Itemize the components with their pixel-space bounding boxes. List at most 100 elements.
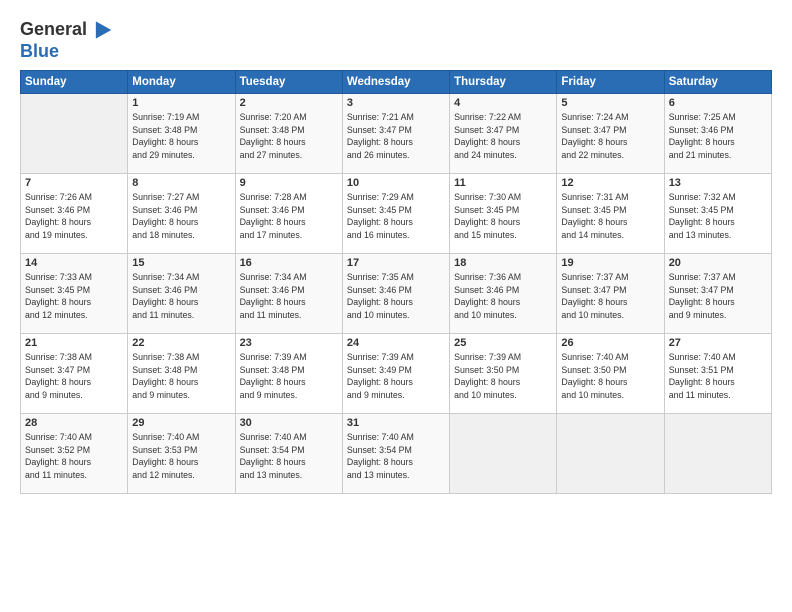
day-info: Sunrise: 7:25 AMSunset: 3:46 PMDaylight:… (669, 111, 767, 162)
calendar-table: SundayMondayTuesdayWednesdayThursdayFrid… (20, 70, 772, 494)
header-day-tuesday: Tuesday (235, 70, 342, 93)
calendar-cell: 19Sunrise: 7:37 AMSunset: 3:47 PMDayligh… (557, 253, 664, 333)
logo-general: General (20, 19, 87, 39)
calendar-cell: 16Sunrise: 7:34 AMSunset: 3:46 PMDayligh… (235, 253, 342, 333)
header: General Blue (20, 18, 772, 62)
calendar-cell: 13 Sunrise: 7:32 AMSunset: 3:45 PMDayligh… (664, 173, 771, 253)
day-info: Sunrise: 7:20 AMSunset: 3:48 PMDaylight:… (240, 111, 338, 162)
day-number: 4 (454, 97, 552, 109)
week-row-4: 21Sunrise: 7:38 AMSunset: 3:47 PMDayligh… (21, 333, 772, 413)
calendar-header-row: SundayMondayTuesdayWednesdayThursdayFrid… (21, 70, 772, 93)
day-info: Sunrise: 7:40 AMSunset: 3:52 PMDaylight:… (25, 431, 123, 482)
calendar-cell (450, 413, 557, 493)
day-number: 7 (25, 177, 123, 189)
day-info: Sunrise: 7:36 AMSunset: 3:46 PMDaylight:… (454, 271, 552, 322)
day-number: 6 (669, 97, 767, 109)
calendar-cell: 9Sunrise: 7:28 AMSunset: 3:46 PMDaylight… (235, 173, 342, 253)
calendar-cell: 30 Sunrise: 7:40 AMSunset: 3:54 PMDayligh… (235, 413, 342, 493)
day-number: 13 (669, 177, 767, 189)
header-day-wednesday: Wednesday (342, 70, 449, 93)
day-number: 28 (25, 417, 123, 429)
day-number: 1 (132, 97, 230, 109)
header-day-saturday: Saturday (664, 70, 771, 93)
calendar-cell: 17 Sunrise: 7:35 AMSunset: 3:46 PMDayligh… (342, 253, 449, 333)
week-row-1: 1Sunrise: 7:19 AMSunset: 3:48 PMDaylight… (21, 93, 772, 173)
calendar-cell: 5 Sunrise: 7:24 AMSunset: 3:47 PMDaylight… (557, 93, 664, 173)
calendar-cell (21, 93, 128, 173)
calendar-cell: 6 Sunrise: 7:25 AMSunset: 3:46 PMDaylight… (664, 93, 771, 173)
calendar-cell: 21Sunrise: 7:38 AMSunset: 3:47 PMDayligh… (21, 333, 128, 413)
day-info: Sunrise: 7:33 AMSunset: 3:45 PMDaylight:… (25, 271, 123, 322)
day-info: Sunrise: 7:38 AMSunset: 3:48 PMDaylight:… (132, 351, 230, 402)
day-number: 19 (561, 257, 659, 269)
calendar-cell: 2 Sunrise: 7:20 AMSunset: 3:48 PMDaylight… (235, 93, 342, 173)
calendar-cell: 11 Sunrise: 7:30 AMSunset: 3:45 PMDayligh… (450, 173, 557, 253)
day-number: 2 (240, 97, 338, 109)
calendar-cell: 28 Sunrise: 7:40 AMSunset: 3:52 PMDayligh… (21, 413, 128, 493)
day-info: Sunrise: 7:35 AMSunset: 3:46 PMDaylight:… (347, 271, 445, 322)
calendar-cell: 15 Sunrise: 7:34 AMSunset: 3:46 PMDayligh… (128, 253, 235, 333)
calendar-cell: 31 Sunrise: 7:40 AMSunset: 3:54 PMDayligh… (342, 413, 449, 493)
calendar-cell: 3 Sunrise: 7:21 AMSunset: 3:47 PMDaylight… (342, 93, 449, 173)
day-info: Sunrise: 7:32 AMSunset: 3:45 PMDaylight:… (669, 191, 767, 242)
day-info: Sunrise: 7:39 AMSunset: 3:49 PMDaylight:… (347, 351, 445, 402)
day-number: 17 (347, 257, 445, 269)
day-number: 24 (347, 337, 445, 349)
day-info: Sunrise: 7:29 AMSunset: 3:45 PMDaylight:… (347, 191, 445, 242)
calendar-cell: 20 Sunrise: 7:37 AMSunset: 3:47 PMDayligh… (664, 253, 771, 333)
day-number: 5 (561, 97, 659, 109)
header-day-friday: Friday (557, 70, 664, 93)
day-info: Sunrise: 7:27 AMSunset: 3:46 PMDaylight:… (132, 191, 230, 242)
week-row-2: 7 Sunrise: 7:26 AMSunset: 3:46 PMDaylight… (21, 173, 772, 253)
day-number: 21 (25, 337, 123, 349)
day-number: 16 (240, 257, 338, 269)
day-number: 31 (347, 417, 445, 429)
logo-text: General (20, 20, 87, 40)
day-info: Sunrise: 7:40 AMSunset: 3:54 PMDaylight:… (240, 431, 338, 482)
calendar-cell: 14 Sunrise: 7:33 AMSunset: 3:45 PMDayligh… (21, 253, 128, 333)
day-number: 25 (454, 337, 552, 349)
day-number: 20 (669, 257, 767, 269)
day-info: Sunrise: 7:40 AMSunset: 3:50 PMDaylight:… (561, 351, 659, 402)
calendar-cell: 23Sunrise: 7:39 AMSunset: 3:48 PMDayligh… (235, 333, 342, 413)
calendar-cell: 12Sunrise: 7:31 AMSunset: 3:45 PMDayligh… (557, 173, 664, 253)
day-number: 11 (454, 177, 552, 189)
day-info: Sunrise: 7:40 AMSunset: 3:54 PMDaylight:… (347, 431, 445, 482)
calendar-cell: 7 Sunrise: 7:26 AMSunset: 3:46 PMDaylight… (21, 173, 128, 253)
calendar-cell (664, 413, 771, 493)
calendar-cell: 29Sunrise: 7:40 AMSunset: 3:53 PMDayligh… (128, 413, 235, 493)
day-number: 10 (347, 177, 445, 189)
week-row-5: 28 Sunrise: 7:40 AMSunset: 3:52 PMDayligh… (21, 413, 772, 493)
header-day-thursday: Thursday (450, 70, 557, 93)
calendar-page: General Blue SundayMondayTuesdayWednesda… (0, 0, 792, 612)
day-number: 14 (25, 257, 123, 269)
day-info: Sunrise: 7:21 AMSunset: 3:47 PMDaylight:… (347, 111, 445, 162)
day-info: Sunrise: 7:22 AMSunset: 3:47 PMDaylight:… (454, 111, 552, 162)
week-row-3: 14 Sunrise: 7:33 AMSunset: 3:45 PMDayligh… (21, 253, 772, 333)
day-number: 9 (240, 177, 338, 189)
calendar-cell: 18Sunrise: 7:36 AMSunset: 3:46 PMDayligh… (450, 253, 557, 333)
header-day-monday: Monday (128, 70, 235, 93)
logo: General Blue (20, 18, 113, 62)
day-info: Sunrise: 7:34 AMSunset: 3:46 PMDaylight:… (132, 271, 230, 322)
day-number: 27 (669, 337, 767, 349)
calendar-cell: 25 Sunrise: 7:39 AMSunset: 3:50 PMDayligh… (450, 333, 557, 413)
day-info: Sunrise: 7:24 AMSunset: 3:47 PMDaylight:… (561, 111, 659, 162)
day-number: 22 (132, 337, 230, 349)
day-info: Sunrise: 7:30 AMSunset: 3:45 PMDaylight:… (454, 191, 552, 242)
day-number: 3 (347, 97, 445, 109)
calendar-cell: 22 Sunrise: 7:38 AMSunset: 3:48 PMDayligh… (128, 333, 235, 413)
calendar-cell: 10 Sunrise: 7:29 AMSunset: 3:45 PMDayligh… (342, 173, 449, 253)
day-info: Sunrise: 7:37 AMSunset: 3:47 PMDaylight:… (669, 271, 767, 322)
calendar-cell: 4 Sunrise: 7:22 AMSunset: 3:47 PMDaylight… (450, 93, 557, 173)
calendar-cell: 8Sunrise: 7:27 AMSunset: 3:46 PMDaylight… (128, 173, 235, 253)
calendar-cell: 26Sunrise: 7:40 AMSunset: 3:50 PMDayligh… (557, 333, 664, 413)
day-info: Sunrise: 7:26 AMSunset: 3:46 PMDaylight:… (25, 191, 123, 242)
day-number: 30 (240, 417, 338, 429)
day-info: Sunrise: 7:31 AMSunset: 3:45 PMDaylight:… (561, 191, 659, 242)
logo-triangle-icon (89, 18, 113, 42)
day-info: Sunrise: 7:40 AMSunset: 3:51 PMDaylight:… (669, 351, 767, 402)
day-info: Sunrise: 7:39 AMSunset: 3:50 PMDaylight:… (454, 351, 552, 402)
day-info: Sunrise: 7:39 AMSunset: 3:48 PMDaylight:… (240, 351, 338, 402)
day-number: 15 (132, 257, 230, 269)
